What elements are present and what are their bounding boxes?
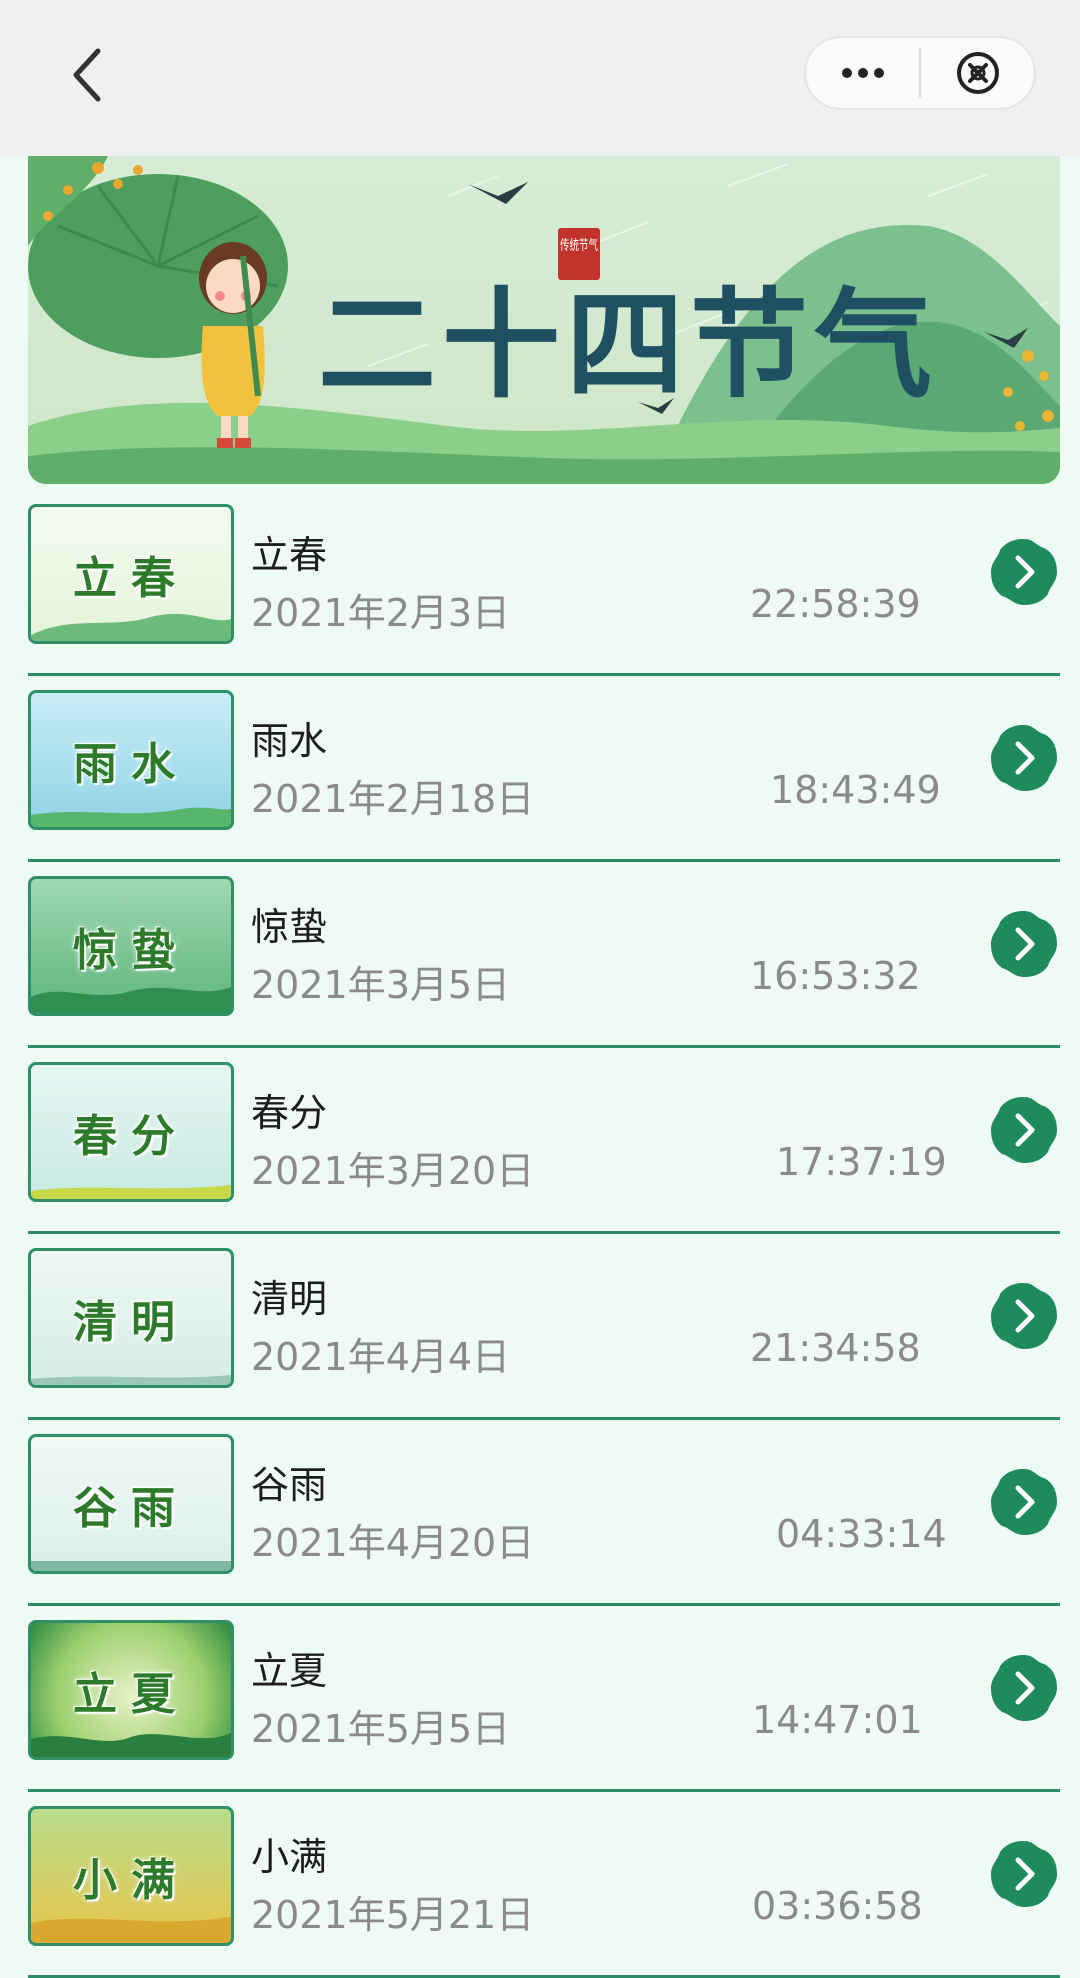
thumbnail-label: 雨水 <box>73 739 189 790</box>
term-name: 清明 <box>251 1277 328 1321</box>
thumbnail-label: 惊蛰 <box>73 925 189 976</box>
thumbnail-label: 春分 <box>73 1111 189 1162</box>
close-button[interactable] <box>921 38 1034 108</box>
solar-terms-list: 立春 立春 2021年2月3日 22:58:39 雨水 雨水 2021年2月18… <box>28 490 1060 1978</box>
chevron-right-circle-icon[interactable] <box>988 1094 1060 1166</box>
term-thumbnail: 立夏 <box>28 1620 234 1760</box>
term-thumbnail: 惊蛰 <box>28 876 234 1016</box>
list-item[interactable]: 惊蛰 惊蛰 2021年3月5日 16:53:32 <box>28 862 1060 1048</box>
chevron-right-circle-icon[interactable] <box>988 1652 1060 1724</box>
chevron-right-circle-icon[interactable] <box>988 1838 1060 1910</box>
term-time: 22:58:39 <box>750 582 921 626</box>
term-name: 小满 <box>251 1835 328 1879</box>
list-item[interactable]: 雨水 雨水 2021年2月18日 18:43:49 <box>28 676 1060 862</box>
term-thumbnail: 雨水 <box>28 690 234 830</box>
top-nav-bar <box>0 0 1080 156</box>
list-item[interactable]: 清明 清明 2021年4月4日 21:34:58 <box>28 1234 1060 1420</box>
list-item[interactable]: 谷雨 谷雨 2021年4月20日 04:33:14 <box>28 1420 1060 1606</box>
chevron-right-circle-icon[interactable] <box>988 1466 1060 1538</box>
term-date: 2021年5月21日 <box>251 1893 535 1937</box>
term-date: 2021年4月4日 <box>251 1335 511 1379</box>
term-date: 2021年2月18日 <box>251 777 535 821</box>
banner-title: 二十四节气 <box>318 275 938 414</box>
chevron-left-icon <box>73 48 101 102</box>
banner-seal: 传统节气 <box>560 238 598 254</box>
back-button[interactable] <box>58 40 118 110</box>
chevron-right-circle-icon[interactable] <box>988 536 1060 608</box>
list-item[interactable]: 立春 立春 2021年2月3日 22:58:39 <box>28 490 1060 676</box>
term-time: 17:37:19 <box>776 1140 947 1184</box>
term-date: 2021年5月5日 <box>251 1707 511 1751</box>
term-thumbnail: 小满 <box>28 1806 234 1946</box>
list-item[interactable]: 立夏 立夏 2021年5月5日 14:47:01 <box>28 1606 1060 1792</box>
thumbnail-label: 清明 <box>73 1297 189 1348</box>
term-date: 2021年4月20日 <box>251 1521 535 1565</box>
thumbnail-label: 立夏 <box>73 1669 189 1720</box>
thumbnail-label: 谷雨 <box>73 1483 189 1534</box>
term-time: 04:33:14 <box>776 1512 947 1556</box>
term-thumbnail: 谷雨 <box>28 1434 234 1574</box>
thumbnail-label: 小满 <box>73 1855 189 1906</box>
term-name: 立春 <box>251 533 328 577</box>
term-date: 2021年3月20日 <box>251 1149 535 1193</box>
term-time: 21:34:58 <box>750 1326 921 1370</box>
chevron-right-circle-icon[interactable] <box>988 722 1060 794</box>
term-date: 2021年2月3日 <box>251 591 511 635</box>
term-thumbnail: 立春 <box>28 504 234 644</box>
term-name: 立夏 <box>251 1649 328 1693</box>
term-thumbnail: 春分 <box>28 1062 234 1202</box>
close-circle-icon <box>956 52 999 94</box>
term-time: 18:43:49 <box>770 768 941 812</box>
term-time: 14:47:01 <box>752 1698 923 1742</box>
solar-terms-banner: 二十四节气 传统节气 <box>28 156 1060 484</box>
more-button[interactable] <box>806 38 919 108</box>
term-name: 谷雨 <box>251 1463 328 1507</box>
list-item[interactable]: 春分 春分 2021年3月20日 17:37:19 <box>28 1048 1060 1234</box>
term-thumbnail: 清明 <box>28 1248 234 1388</box>
term-name: 春分 <box>251 1091 328 1135</box>
term-time: 03:36:58 <box>752 1884 923 1928</box>
term-date: 2021年3月5日 <box>251 963 511 1007</box>
term-time: 16:53:32 <box>750 954 921 998</box>
more-dots-icon <box>841 68 884 78</box>
term-name: 惊蛰 <box>251 905 328 949</box>
thumbnail-label: 立春 <box>73 553 189 604</box>
mini-program-capsule <box>804 36 1036 110</box>
chevron-right-circle-icon[interactable] <box>988 1280 1060 1352</box>
term-name: 雨水 <box>251 719 328 763</box>
chevron-right-circle-icon[interactable] <box>988 908 1060 980</box>
list-item[interactable]: 小满 小满 2021年5月21日 03:36:58 <box>28 1792 1060 1978</box>
